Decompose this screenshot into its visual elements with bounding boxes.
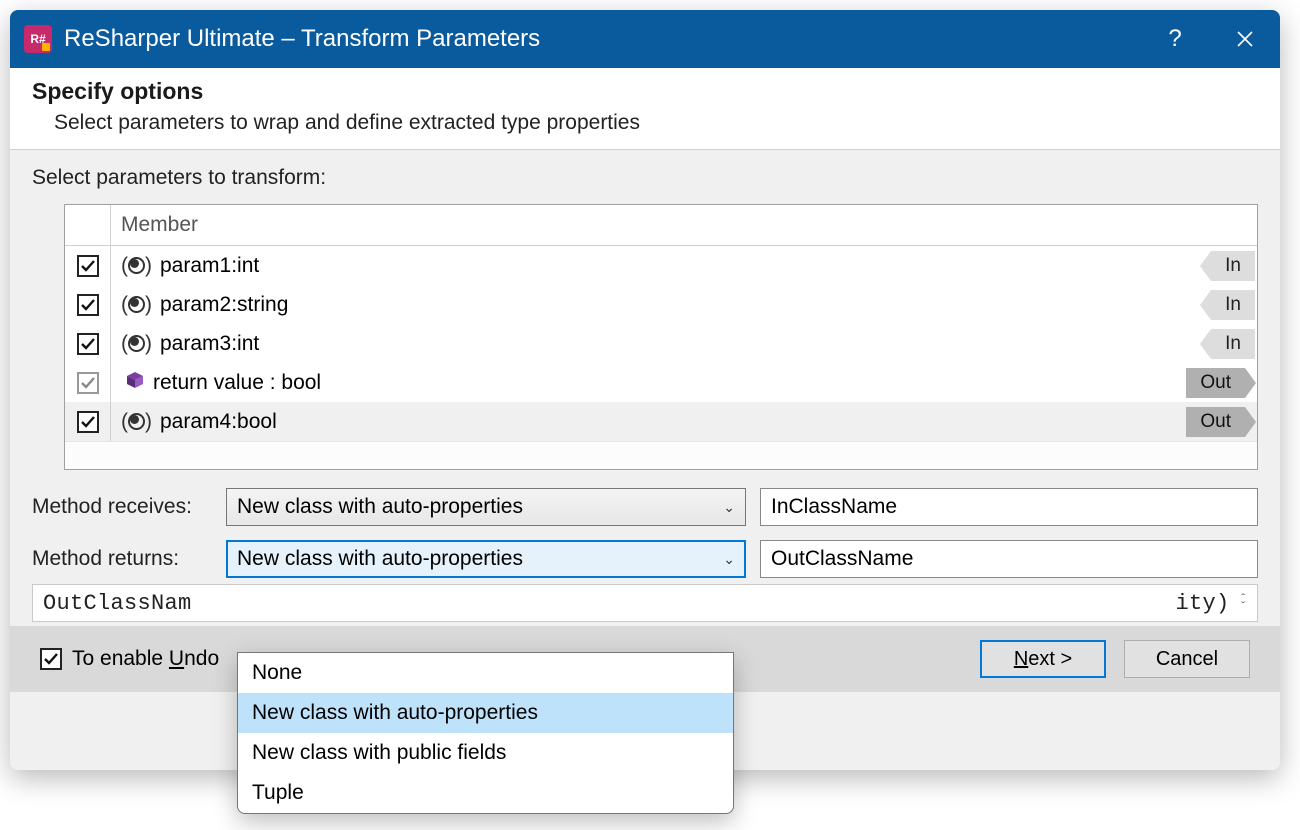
enable-undo-label: To enable Undo xyxy=(72,647,219,671)
grid-header: Member xyxy=(65,205,1257,246)
grid-footer-spacer xyxy=(65,441,1257,469)
signature-preview[interactable]: OutClassNam ity) ˆˇ xyxy=(32,584,1258,622)
method-receives-label: Method receives: xyxy=(32,495,212,519)
member-label: param2:string xyxy=(160,293,288,317)
table-row[interactable]: () param4:bool Out xyxy=(65,402,1257,441)
parameter-icon: () xyxy=(121,254,152,278)
table-row[interactable]: () param3:int In xyxy=(65,324,1257,363)
direction-tag: Out xyxy=(1186,368,1245,398)
spinner-arrows-icon[interactable]: ˆˇ xyxy=(1239,595,1247,611)
col-member-header: Member xyxy=(111,205,1177,245)
signature-preview-right: ity) xyxy=(1175,591,1229,616)
receives-class-name-input[interactable] xyxy=(760,488,1258,526)
resharper-icon xyxy=(24,25,52,53)
window-title: ReSharper Ultimate – Transform Parameter… xyxy=(64,25,540,53)
member-label: param3:int xyxy=(160,332,259,356)
next-button[interactable]: Next > xyxy=(980,640,1106,678)
page-title: Specify options xyxy=(32,78,1258,105)
method-returns-row: Method returns: New class with auto-prop… xyxy=(32,540,1258,578)
titlebar: ReSharper Ultimate – Transform Parameter… xyxy=(10,10,1280,68)
cancel-button[interactable]: Cancel xyxy=(1124,640,1250,678)
row-checkbox[interactable] xyxy=(77,411,99,433)
table-row[interactable]: () param2:string In xyxy=(65,285,1257,324)
method-receives-row: Method receives: New class with auto-pro… xyxy=(32,488,1258,526)
parameter-icon: () xyxy=(121,293,152,317)
section-label: Select parameters to transform: xyxy=(32,166,1258,190)
direction-tag: In xyxy=(1211,251,1255,281)
chevron-down-icon: ⌄ xyxy=(723,551,735,568)
dropdown-option[interactable]: New class with auto-properties xyxy=(238,693,733,733)
method-returns-value: New class with auto-properties xyxy=(237,547,523,571)
direction-tag: In xyxy=(1211,290,1255,320)
enable-undo-checkbox[interactable] xyxy=(40,648,62,670)
parameters-grid: Member ()param1:intIn()param2:stringIn()… xyxy=(64,204,1258,470)
method-returns-dropdown[interactable]: NoneNew class with auto-propertiesNew cl… xyxy=(237,652,734,814)
row-checkbox[interactable] xyxy=(77,333,99,355)
member-label: param1:int xyxy=(160,254,259,278)
method-returns-combo[interactable]: New class with auto-properties ⌄ xyxy=(226,540,746,578)
col-check-header xyxy=(65,205,111,245)
page-subtitle: Select parameters to wrap and define ext… xyxy=(32,111,1258,135)
row-checkbox[interactable] xyxy=(77,255,99,277)
row-checkbox[interactable] xyxy=(77,294,99,316)
member-label: return value : bool xyxy=(153,371,321,395)
row-checkbox xyxy=(77,372,99,394)
direction-tag: Out xyxy=(1186,407,1245,437)
signature-preview-left: OutClassNam xyxy=(43,591,192,616)
close-icon xyxy=(1236,30,1254,48)
returns-class-name-input[interactable] xyxy=(760,540,1258,578)
method-returns-label: Method returns: xyxy=(32,547,212,571)
close-button[interactable] xyxy=(1210,10,1280,68)
header-area: Specify options Select parameters to wra… xyxy=(10,68,1280,150)
member-label: param4:bool xyxy=(160,410,277,434)
parameter-icon: () xyxy=(121,410,152,434)
direction-tag: In xyxy=(1211,329,1255,359)
col-direction-header xyxy=(1177,205,1257,245)
parameter-icon: () xyxy=(121,332,152,356)
chevron-down-icon: ⌄ xyxy=(723,499,735,516)
dropdown-option[interactable]: New class with public fields xyxy=(238,733,733,773)
dropdown-option[interactable]: Tuple xyxy=(238,773,733,813)
dropdown-option[interactable]: None xyxy=(238,653,733,693)
table-row[interactable]: () param1:int In xyxy=(65,246,1257,285)
method-receives-combo[interactable]: New class with auto-properties ⌄ xyxy=(226,488,746,526)
help-button[interactable]: ? xyxy=(1140,10,1210,68)
table-row[interactable]: return value : bool Out xyxy=(65,363,1257,402)
return-cube-icon xyxy=(125,370,145,396)
method-receives-value: New class with auto-properties xyxy=(237,495,523,519)
